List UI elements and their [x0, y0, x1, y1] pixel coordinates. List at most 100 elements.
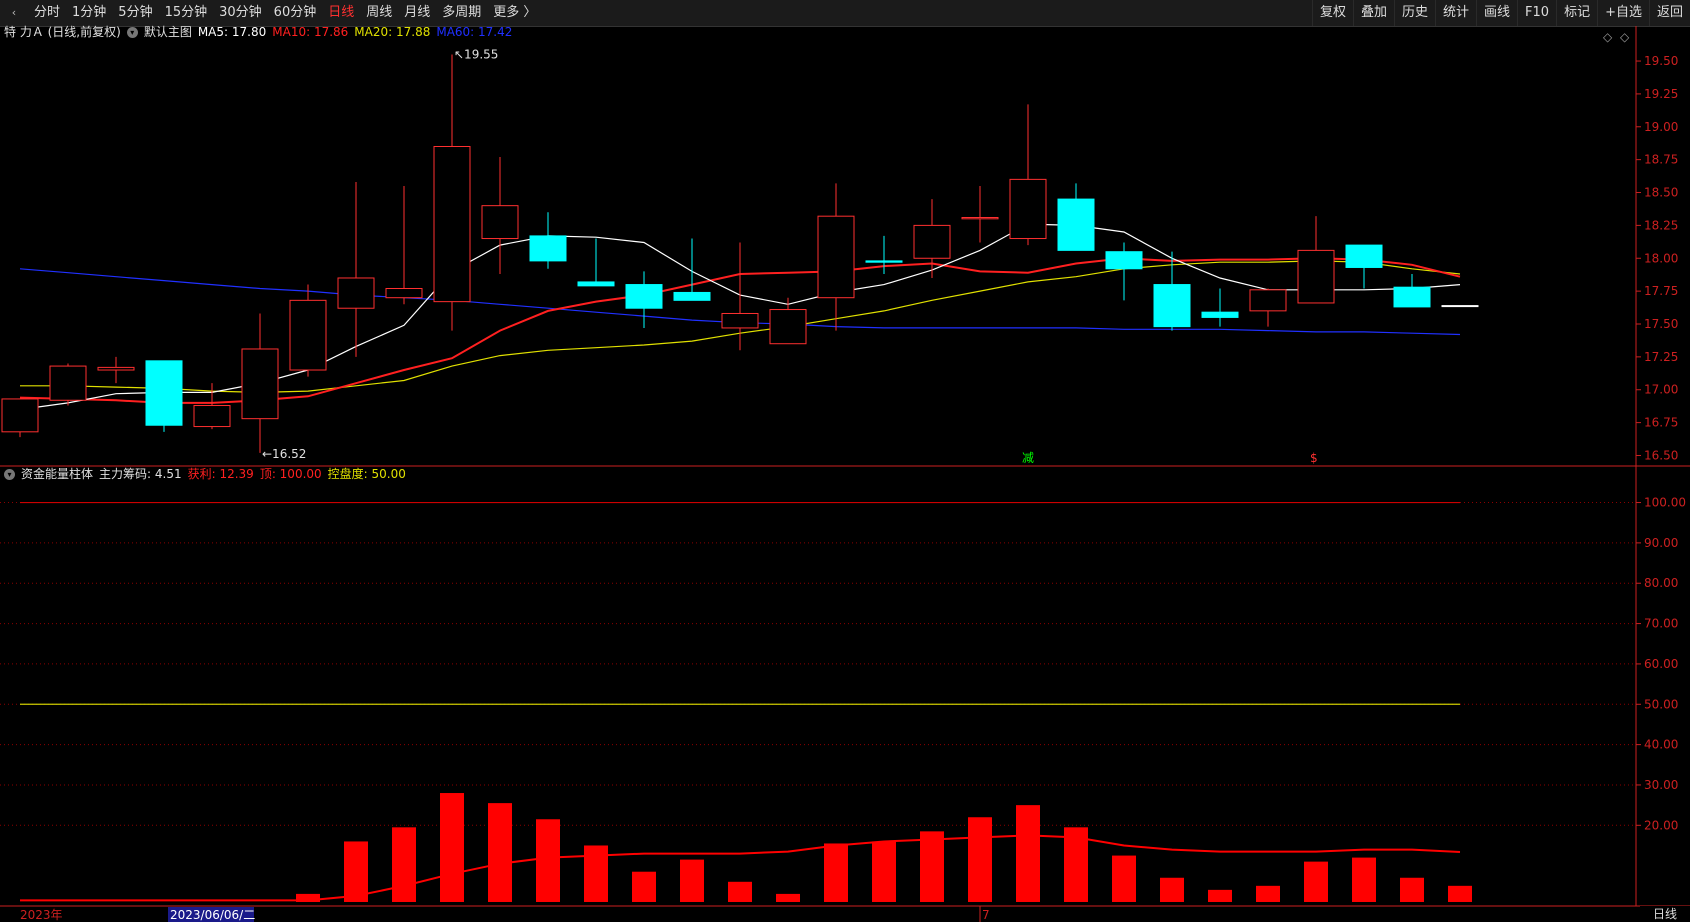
candle-body [673, 291, 711, 301]
price-tick-label: 19.50 [1644, 54, 1678, 68]
candle-body [1201, 311, 1239, 318]
candle-body [97, 366, 135, 371]
ma5-value: MA5: 17.80 [197, 25, 267, 39]
candle-body [1057, 198, 1095, 251]
price-tick-label: 18.75 [1644, 153, 1678, 167]
sub-tick-label: 20.00 [1644, 818, 1678, 832]
stock-title[interactable]: 特 力Ａ (日线,前复权) [4, 23, 121, 41]
price-tick-label: 18.50 [1644, 186, 1678, 200]
profit-value: 获利: 12.39 [187, 467, 254, 481]
signal-mark: $ [1310, 451, 1318, 465]
energy-bar [632, 871, 656, 902]
energy-bar [584, 845, 608, 902]
ma20-value: MA20: 17.88 [354, 25, 431, 39]
chip-value: 主力筹码: 4.51 [99, 467, 182, 481]
top-value: 顶: 100.00 [259, 467, 322, 481]
price-tick-label: 17.50 [1644, 317, 1678, 331]
energy-bar [872, 841, 896, 902]
template-menu-icon[interactable]: ▾ [126, 26, 138, 38]
sub-tick-label: 40.00 [1644, 738, 1678, 752]
diamond-icon[interactable]: ◇ [1603, 30, 1612, 44]
energy-bar [1400, 877, 1424, 902]
template-name[interactable]: 默认主图 [144, 23, 192, 41]
energy-bar [920, 831, 944, 902]
ma20-line [20, 260, 1461, 394]
energy-bar [824, 843, 848, 902]
price-tick-label: 16.75 [1644, 416, 1678, 430]
energy-bar [1064, 827, 1088, 902]
profit-line [20, 834, 1461, 902]
sub-tick-label: 80.00 [1644, 576, 1678, 590]
ma5-line [19, 223, 1461, 411]
sub-tick-label: 30.00 [1644, 778, 1678, 792]
candle-body [769, 309, 807, 345]
energy-bar [1016, 805, 1040, 902]
candle-body [1105, 251, 1143, 270]
year-label: 2023年 [20, 908, 63, 922]
candle-body [913, 224, 951, 259]
energy-bar [1304, 861, 1328, 902]
candle-body [1441, 305, 1479, 308]
tool-button[interactable]: 标记 [1556, 0, 1597, 26]
tool-button[interactable]: 复权 [1311, 0, 1353, 26]
candle-body [1009, 178, 1047, 240]
sub-tick-label: 90.00 [1644, 536, 1678, 550]
price-tick-label: 18.00 [1644, 251, 1678, 265]
price-tick-label: 17.25 [1644, 350, 1678, 364]
candle-body [1249, 289, 1287, 312]
month-label: 7 [982, 908, 990, 922]
price-tick-label: 19.00 [1644, 120, 1678, 134]
energy-bar [536, 819, 560, 902]
indicator-name[interactable]: 资金能量柱体 [21, 465, 93, 483]
candle-body [1, 398, 39, 433]
energy-bar [1208, 889, 1232, 902]
energy-bar [488, 803, 512, 902]
energy-bar [1256, 885, 1280, 902]
sub-tick-label: 50.00 [1644, 697, 1678, 711]
energy-bar [680, 859, 704, 902]
ma60-line [19, 268, 1461, 336]
energy-bar [1112, 855, 1136, 902]
sub-tick-label: 60.00 [1644, 657, 1678, 671]
tool-button[interactable]: 历史 [1393, 0, 1435, 26]
tool-button[interactable]: 画线 [1476, 0, 1517, 26]
main-chart-info: 特 力Ａ (日线,前复权) ▾ 默认主图 MA5: 17.80 MA10: 17… [4, 23, 518, 41]
diamond-icon[interactable]: ◇ [1620, 30, 1629, 44]
indicator-menu-icon[interactable]: ▾ [4, 468, 15, 480]
price-tick-label: 17.75 [1644, 284, 1678, 298]
tool-button[interactable]: F10 [1517, 0, 1556, 26]
sub-tick-label: 100.00 [1644, 496, 1686, 510]
tool-button[interactable]: 统计 [1435, 0, 1476, 26]
control-value: 控盘度: 50.00 [327, 467, 406, 481]
tool-buttons: 复权 叠加 历史 统计 画线 F10 标记 +自选 返回 [1311, 0, 1690, 26]
cursor-date-box [168, 907, 254, 922]
tool-button[interactable]: 返回 [1648, 0, 1690, 26]
candle-body [577, 281, 615, 287]
tool-button[interactable]: 叠加 [1352, 0, 1394, 26]
price-tick-label: 18.25 [1644, 218, 1678, 232]
candle-body [241, 348, 279, 420]
price-tick-label: 19.25 [1644, 87, 1678, 101]
signal-mark: 减 [1022, 451, 1034, 465]
candle-body [865, 260, 903, 263]
sub-chart-info: ▾ 资金能量柱体 主力筹码: 4.51 获利: 12.39 顶: 100.00 … [4, 465, 412, 483]
candle-body [1297, 249, 1335, 304]
energy-bar [344, 841, 368, 902]
ma60-value: MA60: 17.42 [436, 25, 513, 39]
candle-body [337, 277, 375, 309]
candle-body [721, 312, 759, 329]
energy-bar [1448, 885, 1472, 902]
energy-bar [1160, 877, 1184, 902]
energy-bar [440, 793, 464, 902]
energy-bar [968, 817, 992, 902]
candle-body [481, 205, 519, 240]
ma10-value: MA10: 17.86 [272, 25, 349, 39]
energy-bar [776, 893, 800, 902]
candle-body [529, 235, 567, 262]
kline-chart[interactable]: ↖19.55 ←16.52 减 $ 16.50 16.75 17.00 17.25 17.50… [0, 0, 1690, 922]
candle-body [1393, 286, 1431, 308]
candle-body [625, 284, 663, 309]
tool-button[interactable]: +自选 [1597, 0, 1649, 26]
period-label[interactable]: 日线 [1640, 906, 1690, 922]
candle-body [961, 217, 999, 220]
